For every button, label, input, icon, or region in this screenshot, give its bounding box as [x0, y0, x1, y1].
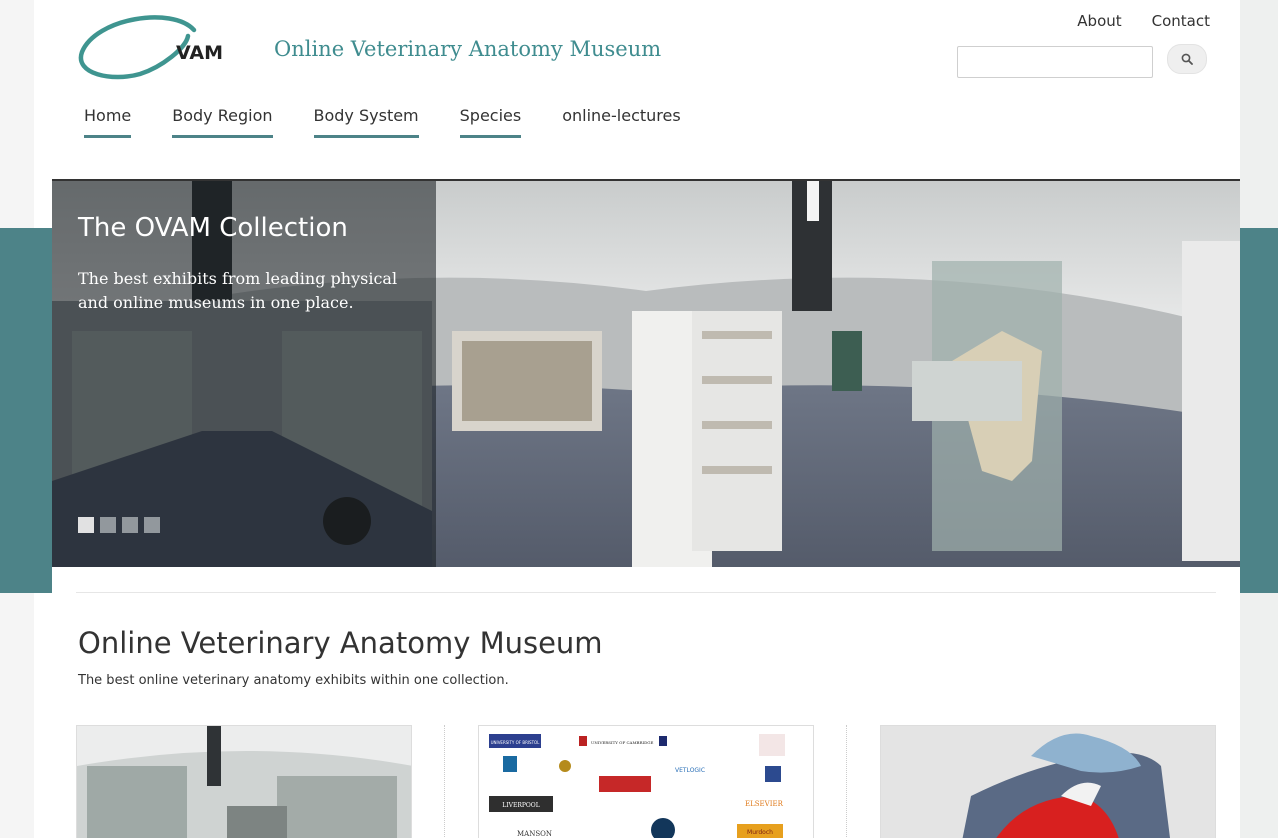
- left-gutter: [0, 0, 34, 838]
- logo-liverpool: LIVERPOOL: [502, 802, 539, 809]
- site-name[interactable]: Online Veterinary Anatomy Museum: [274, 37, 661, 61]
- museum-thumbnail: [77, 726, 411, 838]
- left-band: [0, 228, 34, 593]
- slider-dot[interactable]: [78, 517, 94, 533]
- logo-cambridge: UNIVERSITY OF CAMBRIDGE: [591, 740, 653, 745]
- search-input[interactable]: [957, 46, 1153, 78]
- card-separator: [846, 725, 847, 838]
- divider: [76, 592, 1216, 593]
- card-separator: [444, 725, 445, 838]
- search-icon: [1181, 53, 1193, 65]
- slider-dot[interactable]: [122, 517, 138, 533]
- slider-dot[interactable]: [100, 517, 116, 533]
- right-band: [1240, 228, 1278, 593]
- logo-murdoch: Murdoch: [747, 829, 773, 836]
- main-subtitle: The best online veterinary anatomy exhib…: [78, 673, 509, 688]
- card-museum[interactable]: [76, 725, 412, 838]
- nav-home[interactable]: Home: [84, 106, 132, 138]
- logo-text: VAM: [176, 42, 223, 64]
- nav-online-lectures[interactable]: online-lectures: [562, 106, 680, 138]
- logo-manson: MANSON: [517, 830, 552, 838]
- hero-text: The best exhibits from leading physical …: [78, 269, 398, 312]
- main-title: Online Veterinary Anatomy Museum: [78, 626, 603, 660]
- logo-vetlogic: VETLOGIC: [675, 767, 705, 774]
- ovam-logo[interactable]: VAM: [76, 12, 276, 84]
- hero-slider: The OVAM Collection The best exhibits fr…: [52, 179, 1240, 567]
- card-3d-model[interactable]: [880, 725, 1216, 838]
- anatomy-model-thumbnail: [881, 726, 1215, 838]
- hero-title: The OVAM Collection: [78, 213, 348, 243]
- nav-body-system[interactable]: Body System: [313, 106, 419, 138]
- nav-body-region[interactable]: Body Region: [172, 106, 273, 138]
- card-partners[interactable]: UNIVERSITY OF BRISTOL UNIVERSITY OF CAMB…: [478, 725, 814, 838]
- page: VAM Online Veterinary Anatomy Museum Abo…: [52, 0, 1240, 838]
- main-nav: Home Body Region Body System Species onl…: [84, 106, 722, 138]
- hero-caption: The OVAM Collection The best exhibits fr…: [52, 181, 436, 567]
- about-link[interactable]: About: [1077, 12, 1121, 30]
- search-button[interactable]: [1167, 44, 1207, 74]
- top-links: About Contact: [1077, 12, 1210, 30]
- slider-dots: [78, 517, 160, 533]
- logo-elsevier: ELSEVIER: [745, 800, 784, 808]
- contact-link[interactable]: Contact: [1152, 12, 1210, 30]
- partners-logos: UNIVERSITY OF BRISTOL UNIVERSITY OF CAMB…: [479, 726, 813, 838]
- slider-dot[interactable]: [144, 517, 160, 533]
- logo-bristol: UNIVERSITY OF BRISTOL: [491, 740, 541, 745]
- nav-species[interactable]: Species: [459, 106, 521, 138]
- right-gutter: [1240, 0, 1278, 838]
